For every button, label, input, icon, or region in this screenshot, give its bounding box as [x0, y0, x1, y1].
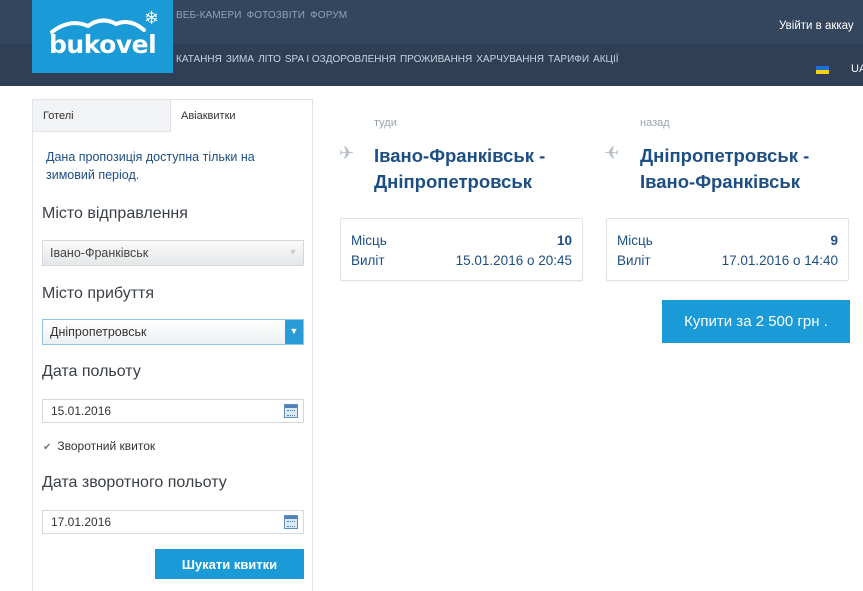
- arrival-select[interactable]: Дніпропетровськ ▼: [42, 319, 304, 345]
- logo-text: bukovel: [49, 30, 157, 59]
- calendar-icon[interactable]: [284, 404, 298, 418]
- tab-hotels[interactable]: Готелі: [33, 100, 171, 132]
- calendar-icon[interactable]: [284, 515, 298, 529]
- checkmark-icon: ✔: [43, 442, 52, 453]
- ukraine-flag-icon[interactable]: [816, 66, 829, 74]
- outbound-route-to: Дніпропетровськ: [374, 171, 532, 192]
- outbound-seats-label: Місць: [351, 233, 387, 248]
- outbound-departure-label: Виліт: [351, 253, 385, 268]
- arrival-label: Місто прибуття: [42, 285, 155, 302]
- dropdown-arrow-icon: ▼: [288, 247, 298, 257]
- return-departure-label: Виліт: [617, 253, 651, 268]
- search-tickets-button[interactable]: Шукати квитки: [155, 549, 304, 579]
- date-label: Дата польоту: [42, 363, 141, 380]
- nav-tariffs[interactable]: ТАРИФИ: [548, 54, 589, 65]
- return-direction-label: назад: [640, 117, 670, 129]
- date-input[interactable]: 15.01.2016: [42, 399, 304, 423]
- arrival-value: Дніпропетровськ: [50, 325, 147, 339]
- return-departure-value: 17.01.2016 о 14:40: [721, 253, 838, 268]
- outbound-departure-value: 15.01.2016 о 20:45: [455, 253, 572, 268]
- snowflake-icon: ❄: [144, 8, 160, 29]
- bukovel-logo[interactable]: ❄ bukovel: [32, 0, 173, 73]
- tab-flights[interactable]: Авіаквитки: [171, 100, 312, 132]
- nav-spa[interactable]: SPA І ОЗДОРОВЛЕННЯ: [285, 54, 396, 65]
- return-flight-card[interactable]: Місць 9 Виліт 17.01.2016 о 14:40: [606, 218, 849, 281]
- nav-winter[interactable]: ЗИМА: [226, 54, 254, 65]
- departure-select[interactable]: Івано-Франківськ ▼: [42, 240, 304, 266]
- outbound-flight-card[interactable]: Місць 10 Виліт 15.01.2016 о 20:45: [340, 218, 583, 281]
- nav-promotions[interactable]: АКЦІЇ: [593, 54, 618, 65]
- date-value: 15.01.2016: [51, 404, 112, 418]
- return-date-label: Дата зворотного польоту: [42, 474, 227, 491]
- nav-food[interactable]: ХАРЧУВАННЯ: [476, 54, 544, 65]
- outbound-seats-row: Місць 10: [351, 233, 572, 248]
- nav-accommodation[interactable]: ПРОЖИВАННЯ: [400, 54, 472, 65]
- return-seats-label: Місць: [617, 233, 653, 248]
- winter-notice: Дана пропозиція доступна тільки на зимов…: [46, 150, 255, 182]
- outbound-route: Івано-Франківськ - Дніпропетровськ: [374, 143, 545, 195]
- return-ticket-checkbox[interactable]: ✔ Зворотний квиток: [43, 439, 155, 453]
- language-selector[interactable]: UA: [851, 63, 863, 75]
- login-link[interactable]: Увійти в аккау: [779, 20, 854, 32]
- outbound-seats-value: 10: [556, 233, 572, 248]
- return-ticket-label: Зворотний квиток: [57, 439, 156, 453]
- return-date-value: 17.01.2016: [51, 515, 112, 529]
- return-route-from: Дніпропетровськ -: [640, 145, 810, 166]
- buy-button[interactable]: Купити за 2 500 грн .: [662, 300, 850, 343]
- nav-skiing[interactable]: КАТАННЯ: [176, 54, 222, 65]
- top-nav: ВЕБ-КАМЕРИ ФОТОЗВІТИ ФОРУМ: [176, 10, 347, 21]
- departure-label: Місто відправлення: [42, 205, 188, 222]
- search-panel: Готелі Авіаквитки Дана пропозиція доступ…: [32, 99, 313, 591]
- return-date-input[interactable]: 17.01.2016: [42, 510, 304, 534]
- departure-value: Івано-Франківськ: [50, 246, 149, 260]
- site-header: ❄ bukovel ВЕБ-КАМЕРИ ФОТОЗВІТИ ФОРУМ КАТ…: [0, 0, 863, 86]
- main-nav: КАТАННЯ ЗИМА ЛІТО SPA І ОЗДОРОВЛЕННЯ ПРО…: [176, 54, 619, 65]
- dropdown-arrow-icon[interactable]: ▼: [285, 320, 303, 344]
- return-departure-row: Виліт 17.01.2016 о 14:40: [617, 253, 838, 268]
- nav-photo-reports[interactable]: ФОТОЗВІТИ: [247, 10, 306, 21]
- plane-outbound-icon: ✈: [339, 143, 355, 164]
- nav-webcams[interactable]: ВЕБ-КАМЕРИ: [176, 10, 242, 21]
- nav-summer[interactable]: ЛІТО: [258, 54, 281, 65]
- nav-forum[interactable]: ФОРУМ: [310, 10, 347, 21]
- search-tabs: Готелі Авіаквитки: [33, 100, 312, 132]
- return-seats-row: Місць 9: [617, 233, 838, 248]
- outbound-direction-label: туди: [374, 117, 397, 129]
- plane-return-icon: ✈: [604, 143, 620, 164]
- return-route-to: Івано-Франківськ: [640, 171, 800, 192]
- outbound-departure-row: Виліт 15.01.2016 о 20:45: [351, 253, 572, 268]
- outbound-route-from: Івано-Франківськ -: [374, 145, 546, 166]
- return-seats-value: 9: [830, 233, 838, 248]
- return-route: Дніпропетровськ - Івано-Франківськ: [640, 143, 809, 195]
